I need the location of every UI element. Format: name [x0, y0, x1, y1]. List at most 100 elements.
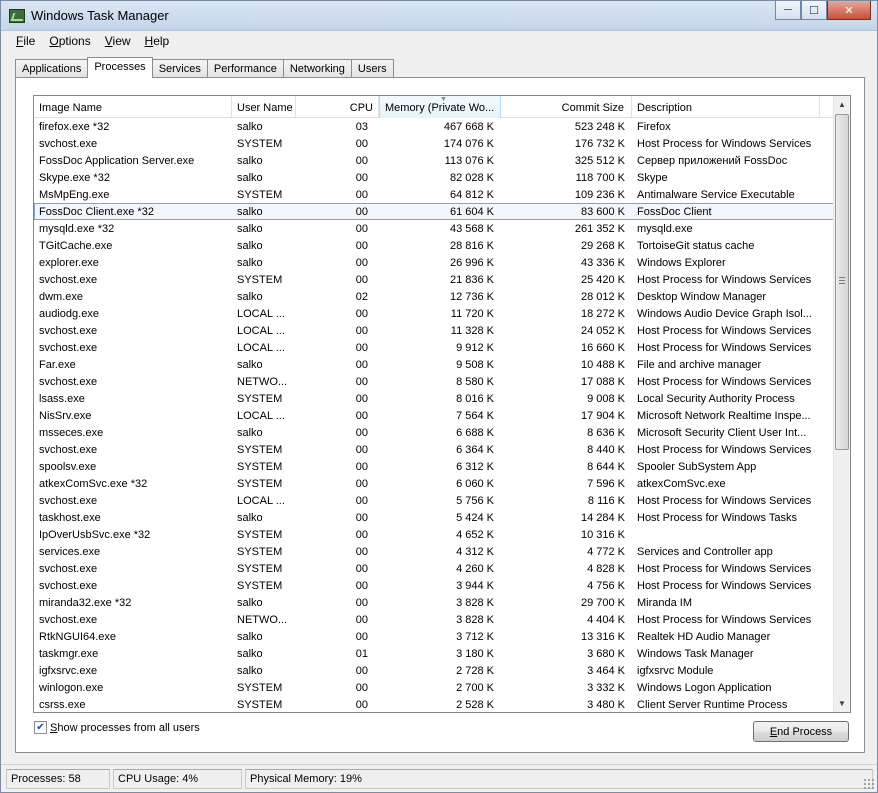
- table-row[interactable]: svchost.exe SYSTEM 00 3 944 K 4 756 K Host Pr…: [34, 577, 834, 594]
- close-button[interactable]: ✕: [827, 1, 871, 20]
- scroll-up-button[interactable]: ▲: [834, 96, 850, 113]
- process-name: svchost.exe: [39, 325, 98, 337]
- process-memory: 3 944 K: [456, 580, 494, 592]
- table-row[interactable]: FossDoc Application Server.exe salko 00 113…: [34, 152, 834, 169]
- column-user-name[interactable]: User Name: [232, 96, 296, 118]
- process-name: IpOverUsbSvc.exe *32: [39, 529, 151, 541]
- process-cpu: 00: [355, 614, 368, 626]
- show-all-users-checkbox[interactable]: ✔: [34, 721, 47, 734]
- process-name: svchost.exe: [39, 274, 98, 286]
- minimize-button[interactable]: ─: [775, 1, 801, 20]
- table-row[interactable]: lsass.exe SYSTEM 00 8 016 K 9 008 K Local Sec…: [34, 390, 834, 407]
- table-row[interactable]: svchost.exe NETWO... 00 3 828 K 4 404 K Host …: [34, 611, 834, 628]
- table-row[interactable]: spoolsv.exe SYSTEM 00 6 312 K 8 644 K Spooler…: [34, 458, 834, 475]
- table-row[interactable]: taskmgr.exe salko 01 3 180 K 3 680 K Windows …: [34, 645, 834, 662]
- resize-grip-icon[interactable]: [863, 778, 875, 790]
- process-description: igfxsrvc Module: [637, 665, 714, 677]
- process-memory: 4 260 K: [456, 563, 494, 575]
- table-row[interactable]: audiodg.exe LOCAL ... 00 11 720 K 18 272 K Wi…: [34, 305, 834, 322]
- table-row[interactable]: TGitCache.exe salko 00 28 816 K 29 268 K Tort…: [34, 237, 834, 254]
- process-commit: 7 596 K: [587, 478, 625, 490]
- table-row[interactable]: explorer.exe salko 00 26 996 K 43 336 K Windo…: [34, 254, 834, 271]
- table-row[interactable]: Skype.exe *32 salko 00 82 028 K 118 700 K Sky…: [34, 169, 834, 186]
- scroll-down-button[interactable]: ▼: [834, 695, 850, 712]
- process-cpu: 00: [355, 138, 368, 150]
- process-memory: 4 652 K: [456, 529, 494, 541]
- column-commit-size[interactable]: Commit Size: [501, 96, 632, 118]
- table-row[interactable]: svchost.exe SYSTEM 00 6 364 K 8 440 K Host Pr…: [34, 441, 834, 458]
- table-row[interactable]: svchost.exe LOCAL ... 00 11 328 K 24 052 K Ho…: [34, 322, 834, 339]
- table-row[interactable]: csrss.exe SYSTEM 00 2 528 K 3 480 K Client Se…: [34, 696, 834, 712]
- process-description: Host Process for Windows Services: [637, 342, 812, 354]
- table-row[interactable]: IpOverUsbSvc.exe *32 SYSTEM 00 4 652 K 10 31…: [34, 526, 834, 543]
- process-name: explorer.exe: [39, 257, 99, 269]
- tab-services[interactable]: Services: [152, 59, 207, 78]
- table-row[interactable]: svchost.exe LOCAL ... 00 5 756 K 8 116 K Host…: [34, 492, 834, 509]
- menu-file[interactable]: File: [9, 31, 42, 51]
- tab-performance[interactable]: Performance: [206, 59, 283, 78]
- tab-users[interactable]: Users: [350, 59, 394, 78]
- vertical-scrollbar[interactable]: ▲ ▼: [833, 96, 850, 712]
- scroll-thumb[interactable]: [835, 114, 849, 450]
- column-memory[interactable]: ▼ Memory (Private Wo...: [379, 96, 501, 118]
- table-row[interactable]: RtkNGUI64.exe salko 00 3 712 K 13 316 K Realt…: [34, 628, 834, 645]
- process-cpu: 00: [355, 172, 368, 184]
- menu-options-label: ptions: [58, 34, 91, 48]
- table-row[interactable]: igfxsrvc.exe salko 00 2 728 K 3 464 K igfxsrv…: [34, 662, 834, 679]
- process-list[interactable]: Image Name User Name CPU ▼ Memory (Priva…: [33, 95, 851, 713]
- tab-networking[interactable]: Networking: [282, 59, 351, 78]
- process-user: salko: [237, 359, 263, 371]
- table-row[interactable]: svchost.exe LOCAL ... 00 9 912 K 16 660 K Hos…: [34, 339, 834, 356]
- process-description: Microsoft Network Realtime Inspe...: [637, 410, 811, 422]
- table-row[interactable]: svchost.exe SYSTEM 00 174 076 K 176 732 K Hos…: [34, 135, 834, 152]
- process-user: salko: [237, 427, 263, 439]
- table-row[interactable]: FossDoc Client.exe *32 salko 00 61 604 K 83 …: [34, 203, 834, 220]
- tab-applications[interactable]: Applications: [15, 59, 88, 78]
- column-description[interactable]: Description: [632, 96, 820, 118]
- table-row[interactable]: MsMpEng.exe SYSTEM 00 64 812 K 109 236 K Anti…: [34, 186, 834, 203]
- menu-help-label: elp: [153, 34, 170, 48]
- table-row[interactable]: firefox.exe *32 salko 03 467 668 K 523 248 K…: [34, 118, 834, 135]
- process-name: audiodg.exe: [39, 308, 99, 320]
- show-all-users-option[interactable]: ✔ Show processes from all users: [34, 721, 200, 734]
- process-memory: 6 312 K: [456, 461, 494, 473]
- process-cpu: 00: [355, 699, 368, 711]
- process-description: Desktop Window Manager: [637, 291, 767, 303]
- table-row[interactable]: dwm.exe salko 02 12 736 K 28 012 K Desktop Wi…: [34, 288, 834, 305]
- process-user: LOCAL ...: [237, 410, 285, 422]
- process-user: SYSTEM: [237, 189, 283, 201]
- process-description: File and archive manager: [637, 359, 762, 371]
- table-row[interactable]: NisSrv.exe LOCAL ... 00 7 564 K 17 904 K Micr…: [34, 407, 834, 424]
- tab-processes[interactable]: Processes: [87, 57, 153, 78]
- show-all-users-label[interactable]: Show processes from all users: [50, 722, 200, 734]
- process-user: SYSTEM: [237, 444, 283, 456]
- process-user: salko: [237, 291, 263, 303]
- table-row[interactable]: svchost.exe NETWO... 00 8 580 K 17 088 K Host…: [34, 373, 834, 390]
- title-bar[interactable]: Windows Task Manager ─ ☐ ✕: [1, 1, 877, 31]
- end-process-label: nd Process: [777, 725, 833, 738]
- table-row[interactable]: svchost.exe SYSTEM 00 4 260 K 4 828 K Host Pr…: [34, 560, 834, 577]
- maximize-button[interactable]: ☐: [801, 1, 827, 20]
- process-name: FossDoc Client.exe *32: [39, 206, 154, 218]
- end-process-button[interactable]: End Process: [753, 721, 849, 742]
- table-row[interactable]: atkexComSvc.exe *32 SYSTEM 00 6 060 K 7 596 …: [34, 475, 834, 492]
- menu-view[interactable]: View: [98, 31, 138, 51]
- list-header: Image Name User Name CPU ▼ Memory (Priva…: [34, 96, 834, 118]
- table-row[interactable]: miranda32.exe *32 salko 00 3 828 K 29 700 K M…: [34, 594, 834, 611]
- process-memory: 21 836 K: [449, 274, 494, 286]
- table-row[interactable]: svchost.exe SYSTEM 00 21 836 K 25 420 K Host …: [34, 271, 834, 288]
- table-row[interactable]: winlogon.exe SYSTEM 00 2 700 K 3 332 K Window…: [34, 679, 834, 696]
- column-image-name[interactable]: Image Name: [34, 96, 232, 118]
- process-commit: 176 732 K: [574, 138, 625, 150]
- menu-options[interactable]: Options: [42, 31, 97, 51]
- status-processes: Processes: 58: [6, 769, 110, 789]
- menu-help[interactable]: Help: [138, 31, 177, 51]
- table-row[interactable]: msseces.exe salko 00 6 688 K 8 636 K Microsof…: [34, 424, 834, 441]
- process-user: SYSTEM: [237, 393, 283, 405]
- column-cpu[interactable]: CPU: [296, 96, 379, 118]
- table-row[interactable]: services.exe SYSTEM 00 4 312 K 4 772 K Servic…: [34, 543, 834, 560]
- table-row[interactable]: taskhost.exe salko 00 5 424 K 14 284 K Host P…: [34, 509, 834, 526]
- table-row[interactable]: mysqld.exe *32 salko 00 43 568 K 261 352 K my…: [34, 220, 834, 237]
- table-row[interactable]: Far.exe salko 00 9 508 K 10 488 K File and ar…: [34, 356, 834, 373]
- process-memory: 3 712 K: [456, 631, 494, 643]
